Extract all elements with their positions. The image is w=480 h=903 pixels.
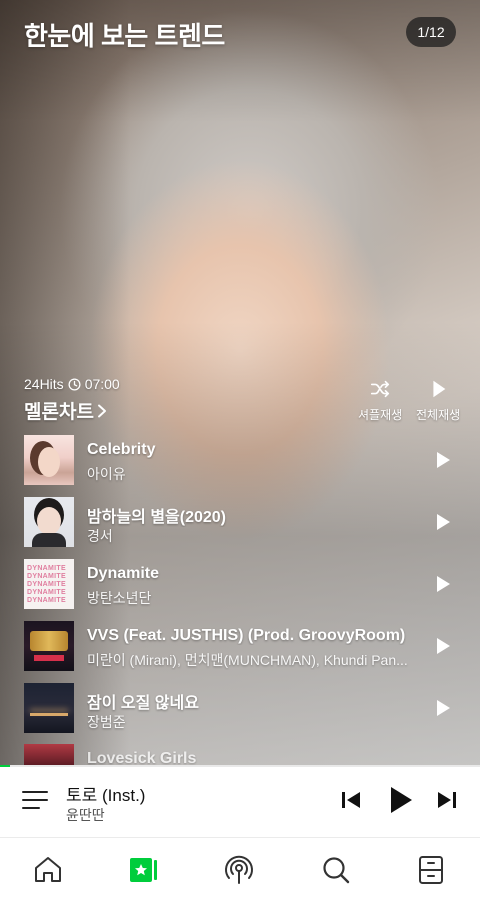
chart-row[interactable]: Celebrity 아이유 — [0, 433, 480, 487]
clock-icon — [68, 377, 81, 391]
song-artist: 경서 — [87, 528, 113, 544]
play-icon[interactable] — [434, 574, 452, 594]
playlist-icon[interactable] — [22, 789, 48, 811]
song-title: VVS (Feat. JUSTHIS) (Prod. GroovyRoom) — [87, 627, 406, 644]
page-indicator: 1/12 — [406, 17, 456, 47]
album-art — [24, 621, 74, 671]
song-title: Lovesick Girls — [87, 750, 197, 766]
chart-row[interactable]: 밤하늘의 별을(2020) 경서 — [0, 495, 480, 549]
song-artist: 미란이 (Mirani), 먼치맨(MUNCHMAN), Khundi Pan.… — [87, 652, 408, 668]
play-icon[interactable] — [434, 512, 452, 532]
album-art — [24, 744, 74, 766]
chart-row[interactable]: DYNAMITE DYNAMITE DYNAMITE DYNAMITE DYNA… — [0, 557, 480, 611]
shuffle-label: 셔플재생 — [358, 408, 403, 422]
chart-meta-label: 24Hits — [24, 376, 64, 392]
now-playing-artist: 윤딴딴 — [66, 807, 105, 823]
chart-row[interactable]: 잠이 오질 않네요 장범준 — [0, 681, 480, 735]
library-icon[interactable] — [415, 854, 447, 886]
search-icon[interactable] — [320, 854, 352, 886]
song-title: 잠이 오질 않네요 — [87, 695, 199, 712]
shuffle-play-button[interactable]: 셔플재생 — [358, 378, 402, 423]
play-all-button[interactable]: 전체재생 — [416, 378, 460, 423]
page-title: 한눈에 보는 트렌드 — [24, 21, 225, 51]
chart-row[interactable]: VVS (Feat. JUSTHIS) (Prod. GroovyRoom) 미… — [0, 619, 480, 673]
play-all-label: 전체재생 — [416, 408, 461, 422]
album-art — [24, 497, 74, 547]
chart-title: 멜론차트 — [24, 402, 94, 423]
song-title: Celebrity — [87, 441, 156, 458]
song-artist: 장범준 — [87, 714, 126, 730]
play-icon — [433, 380, 446, 398]
previous-icon[interactable] — [340, 789, 362, 811]
now-playing-title: 토로 (Inst.) — [66, 786, 146, 805]
album-art — [24, 435, 74, 485]
chart-row[interactable]: Lovesick Girls — [0, 744, 480, 766]
radio-icon[interactable] — [223, 854, 255, 886]
play-icon[interactable] — [434, 636, 452, 656]
play-icon[interactable] — [434, 698, 452, 718]
home-icon[interactable] — [32, 854, 64, 886]
album-art: DYNAMITE DYNAMITE DYNAMITE DYNAMITE DYNA… — [24, 559, 74, 609]
next-icon[interactable] — [436, 789, 458, 811]
song-artist: 아이유 — [87, 466, 126, 482]
play-icon[interactable] — [388, 785, 414, 815]
mini-player[interactable]: 토로 (Inst.) 윤딴딴 — [0, 767, 480, 837]
song-artist: 방탄소년단 — [87, 590, 152, 606]
chart-time: 07:00 — [84, 376, 120, 392]
play-icon[interactable] — [434, 450, 452, 470]
chart-title-link[interactable]: 멜론차트 — [24, 397, 108, 424]
chart-icon[interactable] — [127, 854, 159, 886]
song-title: Dynamite — [87, 565, 160, 582]
chevron-right-icon — [97, 404, 106, 417]
chart-meta: 24Hits 07:00 — [24, 376, 120, 392]
song-title: 밤하늘의 별을(2020) — [87, 509, 227, 526]
bottom-nav — [0, 838, 480, 903]
album-art — [24, 683, 74, 733]
shuffle-icon — [371, 380, 390, 398]
